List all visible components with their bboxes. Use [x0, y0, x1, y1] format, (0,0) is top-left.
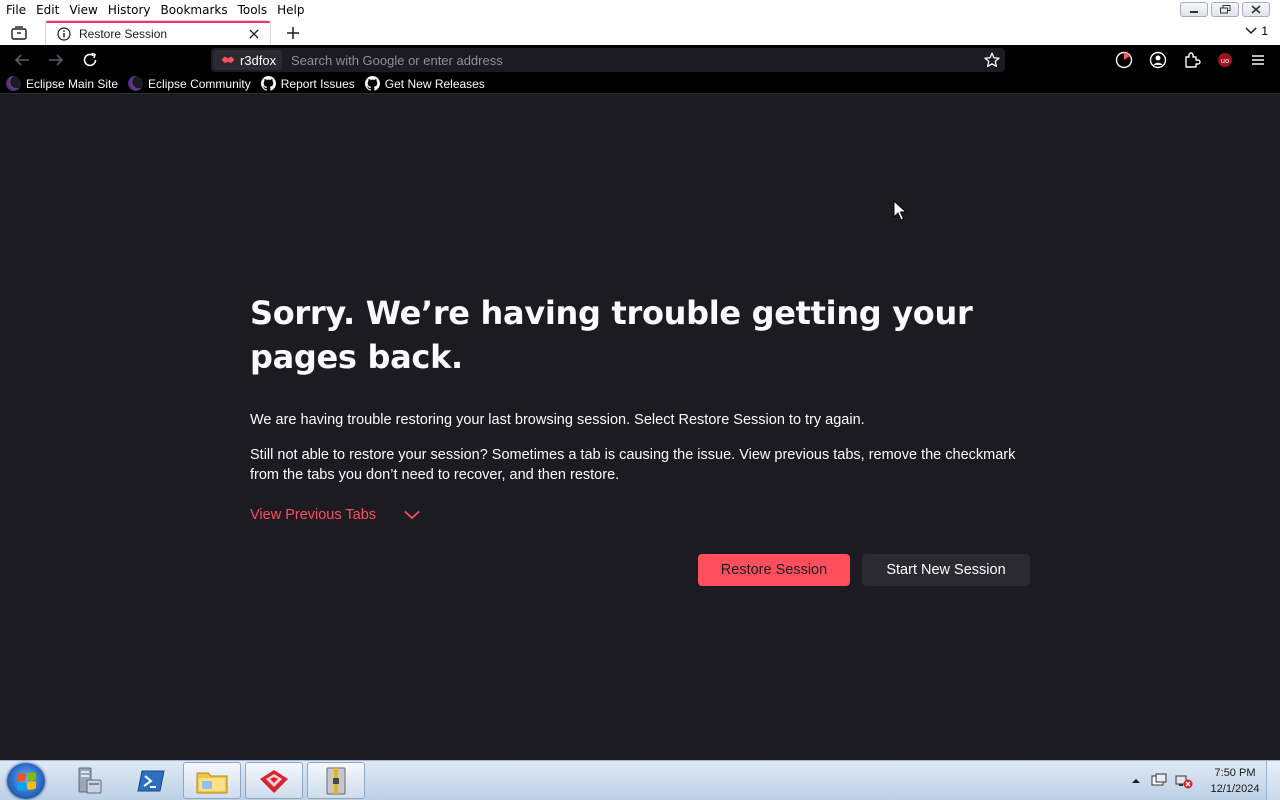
minimize-icon: [1190, 10, 1198, 13]
server-manager-icon: [78, 767, 102, 793]
error-hint: Still not able to restore your session? …: [250, 447, 1016, 483]
address-bar: r3dfox: [211, 48, 1005, 72]
firefox-view-button[interactable]: [9, 24, 29, 42]
bookmarks-toolbar: Eclipse Main Site Eclipse Community Repo…: [0, 74, 1280, 94]
eclipse-moon-icon: [128, 76, 144, 91]
hamburger-menu-icon: [1252, 55, 1264, 65]
extensions-button[interactable]: [1181, 49, 1203, 71]
bookmark-label: Report Issues: [280, 76, 355, 91]
close-icon: [1251, 5, 1261, 14]
puzzle-icon: [1185, 52, 1201, 68]
system-tray: 7:50 PM 12/1/2024: [1128, 761, 1280, 800]
menu-history[interactable]: History: [103, 0, 156, 21]
archive-icon: [326, 767, 346, 794]
r3dfox-icon: [260, 769, 288, 793]
restore-button[interactable]: [1211, 2, 1239, 17]
menu-help[interactable]: Help: [272, 0, 309, 21]
show-hidden-icons-icon[interactable]: [1128, 775, 1144, 787]
clock-date: 12/1/2024: [1210, 783, 1260, 795]
back-arrow-icon: [14, 54, 29, 66]
plus-icon: [287, 27, 299, 39]
tab-count: 1: [1261, 24, 1268, 38]
menu-tools[interactable]: Tools: [233, 0, 273, 21]
show-desktop-button[interactable]: [1266, 761, 1280, 800]
app-menu-button[interactable]: [1247, 49, 1269, 71]
restore-icon: [1219, 5, 1230, 14]
eclipse-moon-icon: [6, 76, 21, 91]
github-icon: [260, 76, 276, 91]
new-tab-button[interactable]: [284, 24, 302, 42]
taskbar-powershell[interactable]: [122, 762, 180, 799]
clock-time: 7:50 PM: [1214, 767, 1256, 779]
mouse-pointer-icon: [893, 200, 907, 221]
bookmark-star-button[interactable]: [983, 51, 1001, 69]
ublock-button[interactable]: uo: [1214, 49, 1236, 71]
clock[interactable]: 7:50 PM 12/1/2024: [1204, 765, 1266, 797]
tab-close-button[interactable]: [247, 27, 261, 41]
back-button[interactable]: [11, 49, 33, 71]
bookmark-label: Eclipse Main Site: [26, 76, 119, 91]
tab-title: Restore Session: [79, 27, 168, 41]
menu-view[interactable]: View: [64, 0, 102, 21]
restore-session-button[interactable]: Restore Session: [698, 554, 850, 586]
url-input[interactable]: [291, 48, 971, 72]
taskbar-file-explorer[interactable]: [183, 762, 241, 799]
info-icon: [57, 27, 71, 41]
menu-bar: File Edit View History Bookmarks Tools H…: [0, 0, 1280, 21]
start-new-session-button[interactable]: Start New Session: [862, 554, 1030, 586]
folder-icon: [196, 772, 228, 793]
menu-bookmarks[interactable]: Bookmarks: [156, 0, 233, 21]
chevron-down-icon: [1245, 27, 1257, 35]
network-disconnected-icon[interactable]: [1174, 773, 1194, 789]
menu-file[interactable]: File: [0, 0, 31, 21]
powershell-icon: [137, 770, 165, 791]
bookmark-get-new-releases[interactable]: Get New Releases: [364, 76, 485, 91]
forward-arrow-icon: [49, 54, 64, 66]
star-icon: [984, 52, 1000, 68]
page-title: Sorry. We’re having trouble getting your…: [250, 294, 973, 376]
bookmark-label: Eclipse Community: [148, 76, 251, 91]
view-previous-tabs-toggle[interactable]: View Previous Tabs: [250, 507, 420, 523]
chevron-down-icon: [404, 510, 420, 520]
close-window-button[interactable]: [1242, 2, 1270, 17]
svg-text:uo: uo: [1221, 57, 1230, 65]
taskbar-server-manager[interactable]: [60, 762, 118, 799]
view-previous-tabs-label: View Previous Tabs: [250, 507, 377, 523]
ublock-icon: uo: [1218, 53, 1232, 67]
list-all-tabs-button[interactable]: 1: [1245, 24, 1268, 38]
minimize-button[interactable]: [1180, 2, 1208, 17]
close-icon: [249, 29, 259, 39]
start-button[interactable]: [7, 763, 45, 799]
identity-box[interactable]: r3dfox: [213, 50, 283, 70]
action-center-icon[interactable]: [1150, 773, 1168, 789]
taskbar-archive-tool[interactable]: [307, 762, 365, 799]
tab-list-icon: [11, 26, 27, 40]
bookmark-report-issues[interactable]: Report Issues: [260, 76, 355, 91]
bookmark-eclipse-main-site[interactable]: Eclipse Main Site: [6, 76, 118, 91]
page-content: Sorry. We’re having trouble getting your…: [0, 95, 1280, 760]
reload-icon: [83, 52, 97, 67]
taskbar: 7:50 PM 12/1/2024: [0, 760, 1280, 800]
timer-extension-button[interactable]: [1113, 49, 1135, 71]
navigation-toolbar: r3dfox uo: [0, 45, 1280, 74]
error-description: We are having trouble restoring your las…: [250, 412, 865, 428]
bookmark-label: Get New Releases: [384, 76, 485, 91]
account-icon: [1149, 51, 1167, 69]
taskbar-r3dfox[interactable]: [245, 762, 303, 799]
bookmark-eclipse-community[interactable]: Eclipse Community: [128, 76, 251, 91]
reload-button[interactable]: [79, 49, 101, 71]
forward-button[interactable]: [45, 49, 67, 71]
tab-restore-session[interactable]: Restore Session: [46, 21, 270, 45]
github-icon: [364, 76, 380, 91]
window-controls: [1180, 2, 1270, 17]
windows-logo-icon: [16, 771, 36, 791]
timer-icon: [1115, 51, 1133, 69]
r3dfox-logo-icon: [222, 56, 234, 63]
tab-bar: Restore Session 1: [0, 21, 1280, 45]
menu-edit[interactable]: Edit: [31, 0, 64, 21]
account-button[interactable]: [1147, 49, 1169, 71]
identity-label: r3dfox: [240, 52, 277, 68]
